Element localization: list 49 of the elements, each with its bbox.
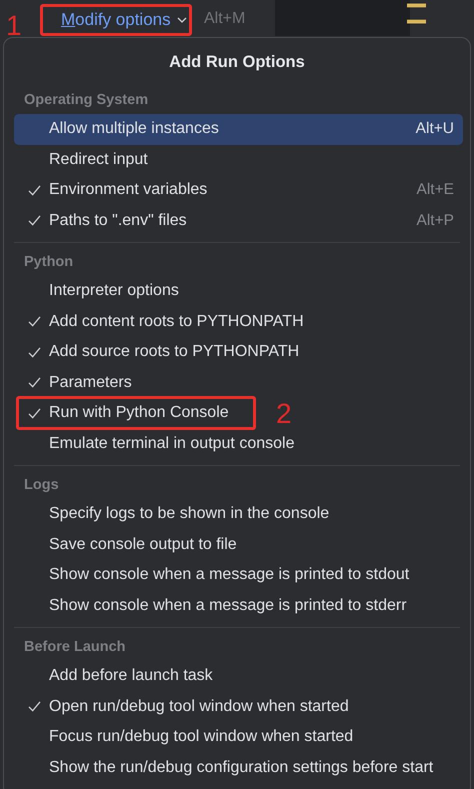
item-label: Add before launch task [49, 667, 213, 686]
annotation-number: 2 [276, 400, 292, 428]
item-label: Parameters [49, 374, 132, 392]
section-heading: Before Launch [23, 638, 127, 657]
shortcut-label: Alt+P [416, 212, 454, 230]
chevron-down-icon [176, 17, 187, 23]
item-label: Environment variables [49, 181, 208, 200]
menu-item[interactable]: Show the run/debug configuration settings before start [14, 752, 463, 783]
menu-item[interactable]: Allow multiple instances Alt+U [14, 114, 463, 144]
item-label: Paths to ".env" files [49, 212, 187, 230]
shortcut-hint: Alt+M [204, 10, 246, 28]
item-label: Show the run/debug configuration settings before start [49, 758, 434, 777]
menu-item[interactable]: Add before launch task [14, 661, 463, 692]
section-heading: Operating System [23, 91, 150, 110]
menu-item[interactable]: Add content roots to PYTHONPATH [14, 306, 463, 337]
menu-item[interactable]: Show console when a message is printed to stderr [14, 590, 463, 621]
menu-item[interactable]: Environment variables Alt+E [14, 175, 463, 206]
section-heading: Logs [23, 476, 60, 495]
item-label: Run with Python Console [49, 404, 229, 422]
menu-item[interactable]: Add source roots to PYTHONPATH [14, 337, 463, 368]
menu-item[interactable]: Save console output to file [14, 530, 463, 560]
menu-item[interactable]: Run with Python Console 2 [14, 398, 463, 428]
modify-options-link[interactable]: Modify options [61, 10, 187, 30]
item-label: Add source roots to PYTHONPATH [49, 343, 300, 362]
section-heading: Python [23, 253, 74, 272]
item-label: Save console output to file [49, 536, 237, 554]
shortcut-label: Alt+E [416, 181, 454, 200]
menu-item[interactable]: Interpreter options [14, 276, 463, 306]
menu-item[interactable]: Focus run/debug tool window when started [14, 722, 463, 752]
menu-item[interactable]: Open run/debug tool window when started [14, 692, 463, 722]
popup-title: Add Run Options [168, 52, 306, 72]
shortcut-label: Alt+U [416, 120, 454, 138]
item-label: Emulate terminal in output console [49, 434, 294, 453]
item-label: Open run/debug tool window when started [49, 698, 349, 716]
menu-item[interactable]: Emulate terminal in output console [14, 428, 463, 459]
menu-item[interactable]: Redirect input [14, 144, 463, 175]
item-label: Allow multiple instances [49, 120, 219, 138]
item-label: Interpreter options [49, 282, 179, 300]
menu-item[interactable]: Show console when a message is printed to stdout [14, 560, 463, 590]
item-label: Focus run/debug tool window when started [49, 728, 354, 746]
item-label: Redirect input [49, 150, 148, 169]
annotation-number: 1 [6, 12, 22, 40]
item-label: Show console when a message is printed to stderr [49, 596, 407, 615]
menu-item[interactable]: Parameters [14, 368, 463, 398]
menu-item[interactable]: Paths to ".env" files Alt+P [14, 206, 463, 236]
item-label: Show console when a message is printed to stdout [49, 566, 410, 584]
item-label: Specify logs to be shown in the console [49, 505, 330, 524]
menu-item[interactable]: Specify logs to be shown in the console [14, 499, 463, 530]
item-label: Add content roots to PYTHONPATH [49, 312, 304, 331]
